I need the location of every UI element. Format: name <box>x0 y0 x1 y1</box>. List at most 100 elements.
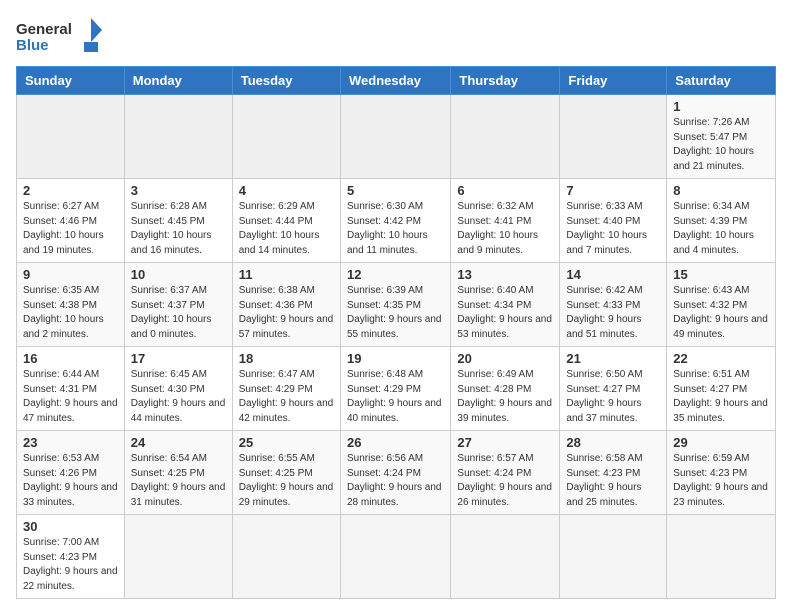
calendar-week-row: 23 Sunrise: 6:53 AM Sunset: 4:26 PM Dayli… <box>17 431 776 515</box>
day-info: Sunrise: 6:32 AM Sunset: 4:41 PM Dayligh… <box>457 200 553 258</box>
day-info: Sunrise: 6:37 AM Sunset: 4:37 PM Dayligh… <box>131 284 226 342</box>
day-info: Sunrise: 6:49 AM Sunset: 4:28 PM Dayligh… <box>457 368 553 426</box>
day-number: 9 <box>23 267 118 282</box>
day-number: 29 <box>673 435 769 450</box>
calendar-header-tuesday: Tuesday <box>232 67 340 95</box>
day-number: 3 <box>131 183 226 198</box>
day-number: 8 <box>673 183 769 198</box>
day-number: 13 <box>457 267 553 282</box>
day-info: Sunrise: 6:28 AM Sunset: 4:45 PM Dayligh… <box>131 200 226 258</box>
day-info: Sunrise: 6:45 AM Sunset: 4:30 PM Dayligh… <box>131 368 226 426</box>
calendar-day-cell <box>232 515 340 599</box>
day-info: Sunrise: 6:38 AM Sunset: 4:36 PM Dayligh… <box>239 284 334 342</box>
calendar-day-cell: 6 Sunrise: 6:32 AM Sunset: 4:41 PM Daylig… <box>451 179 560 263</box>
calendar-day-cell: 19 Sunrise: 6:48 AM Sunset: 4:29 PM Dayli… <box>340 347 450 431</box>
day-number: 21 <box>566 351 660 366</box>
day-number: 26 <box>347 435 444 450</box>
day-number: 10 <box>131 267 226 282</box>
calendar-day-cell: 17 Sunrise: 6:45 AM Sunset: 4:30 PM Dayli… <box>124 347 232 431</box>
day-info: Sunrise: 6:57 AM Sunset: 4:24 PM Dayligh… <box>457 452 553 510</box>
day-number: 6 <box>457 183 553 198</box>
day-info: Sunrise: 6:58 AM Sunset: 4:23 PM Dayligh… <box>566 452 660 510</box>
calendar-day-cell: 4Sunrise: 6:29 AM Sunset: 4:44 PM Daylig… <box>232 179 340 263</box>
day-info: Sunrise: 6:59 AM Sunset: 4:23 PM Dayligh… <box>673 452 769 510</box>
day-number: 28 <box>566 435 660 450</box>
day-number: 24 <box>131 435 226 450</box>
day-info: Sunrise: 7:00 AM Sunset: 4:23 PM Dayligh… <box>23 536 118 594</box>
calendar-week-row: 9Sunrise: 6:35 AM Sunset: 4:38 PM Daylig… <box>17 263 776 347</box>
page-header: General Blue <box>16 16 776 54</box>
calendar-header-saturday: Saturday <box>667 67 776 95</box>
calendar-day-cell <box>451 95 560 179</box>
calendar-day-cell: 18Sunrise: 6:47 AM Sunset: 4:29 PM Dayli… <box>232 347 340 431</box>
calendar-week-row: 16 Sunrise: 6:44 AM Sunset: 4:31 PM Dayli… <box>17 347 776 431</box>
day-info: Sunrise: 6:34 AM Sunset: 4:39 PM Dayligh… <box>673 200 769 258</box>
calendar-day-cell <box>17 95 125 179</box>
calendar-day-cell: 9Sunrise: 6:35 AM Sunset: 4:38 PM Daylig… <box>17 263 125 347</box>
day-number: 23 <box>23 435 118 450</box>
calendar-day-cell <box>340 95 450 179</box>
day-info: Sunrise: 6:27 AM Sunset: 4:46 PM Dayligh… <box>23 200 118 258</box>
day-number: 1 <box>673 99 769 114</box>
day-number: 5 <box>347 183 444 198</box>
calendar-day-cell: 22 Sunrise: 6:51 AM Sunset: 4:27 PM Dayli… <box>667 347 776 431</box>
day-number: 27 <box>457 435 553 450</box>
day-number: 7 <box>566 183 660 198</box>
calendar-day-cell: 3 Sunrise: 6:28 AM Sunset: 4:45 PM Daylig… <box>124 179 232 263</box>
logo-svg: General Blue <box>16 16 106 54</box>
svg-text:Blue: Blue <box>16 37 49 54</box>
calendar-header-sunday: Sunday <box>17 67 125 95</box>
day-info: Sunrise: 6:40 AM Sunset: 4:34 PM Dayligh… <box>457 284 553 342</box>
day-number: 17 <box>131 351 226 366</box>
calendar-day-cell: 13 Sunrise: 6:40 AM Sunset: 4:34 PM Dayli… <box>451 263 560 347</box>
calendar-day-cell <box>124 95 232 179</box>
calendar-day-cell: 23 Sunrise: 6:53 AM Sunset: 4:26 PM Dayli… <box>17 431 125 515</box>
calendar-day-cell: 27 Sunrise: 6:57 AM Sunset: 4:24 PM Dayli… <box>451 431 560 515</box>
calendar-day-cell: 21Sunrise: 6:50 AM Sunset: 4:27 PM Dayli… <box>560 347 667 431</box>
day-number: 15 <box>673 267 769 282</box>
calendar-day-cell: 14Sunrise: 6:42 AM Sunset: 4:33 PM Dayli… <box>560 263 667 347</box>
calendar-day-cell <box>560 95 667 179</box>
day-number: 2 <box>23 183 118 198</box>
day-number: 12 <box>347 267 444 282</box>
logo: General Blue <box>16 16 106 54</box>
day-number: 19 <box>347 351 444 366</box>
day-info: Sunrise: 7:26 AM Sunset: 5:47 PM Dayligh… <box>673 116 769 174</box>
calendar-day-cell: 1 Sunrise: 7:26 AM Sunset: 5:47 PM Daylig… <box>667 95 776 179</box>
day-info: Sunrise: 6:33 AM Sunset: 4:40 PM Dayligh… <box>566 200 660 258</box>
day-info: Sunrise: 6:53 AM Sunset: 4:26 PM Dayligh… <box>23 452 118 510</box>
calendar-week-row: 2 Sunrise: 6:27 AM Sunset: 4:46 PM Daylig… <box>17 179 776 263</box>
calendar-day-cell: 26Sunrise: 6:56 AM Sunset: 4:24 PM Dayli… <box>340 431 450 515</box>
calendar-day-cell <box>560 515 667 599</box>
calendar-day-cell: 24Sunrise: 6:54 AM Sunset: 4:25 PM Dayli… <box>124 431 232 515</box>
calendar-day-cell: 5 Sunrise: 6:30 AM Sunset: 4:42 PM Daylig… <box>340 179 450 263</box>
day-info: Sunrise: 6:44 AM Sunset: 4:31 PM Dayligh… <box>23 368 118 426</box>
calendar-table: SundayMondayTuesdayWednesdayThursdayFrid… <box>16 66 776 599</box>
calendar-day-cell: 12 Sunrise: 6:39 AM Sunset: 4:35 PM Dayli… <box>340 263 450 347</box>
calendar-day-cell: 16 Sunrise: 6:44 AM Sunset: 4:31 PM Dayli… <box>17 347 125 431</box>
calendar-day-cell: 15Sunrise: 6:43 AM Sunset: 4:32 PM Dayli… <box>667 263 776 347</box>
calendar-day-cell: 30Sunrise: 7:00 AM Sunset: 4:23 PM Dayli… <box>17 515 125 599</box>
calendar-header-wednesday: Wednesday <box>340 67 450 95</box>
day-info: Sunrise: 6:39 AM Sunset: 4:35 PM Dayligh… <box>347 284 444 342</box>
calendar-day-cell: 2 Sunrise: 6:27 AM Sunset: 4:46 PM Daylig… <box>17 179 125 263</box>
svg-text:General: General <box>16 21 72 38</box>
day-info: Sunrise: 6:51 AM Sunset: 4:27 PM Dayligh… <box>673 368 769 426</box>
calendar-week-row: 30Sunrise: 7:00 AM Sunset: 4:23 PM Dayli… <box>17 515 776 599</box>
calendar-header-monday: Monday <box>124 67 232 95</box>
calendar-week-row: 1 Sunrise: 7:26 AM Sunset: 5:47 PM Daylig… <box>17 95 776 179</box>
day-info: Sunrise: 6:30 AM Sunset: 4:42 PM Dayligh… <box>347 200 444 258</box>
calendar-day-cell <box>667 515 776 599</box>
day-info: Sunrise: 6:48 AM Sunset: 4:29 PM Dayligh… <box>347 368 444 426</box>
day-info: Sunrise: 6:29 AM Sunset: 4:44 PM Dayligh… <box>239 200 334 258</box>
day-number: 22 <box>673 351 769 366</box>
calendar-day-cell: 28 Sunrise: 6:58 AM Sunset: 4:23 PM Dayli… <box>560 431 667 515</box>
day-number: 25 <box>239 435 334 450</box>
day-number: 11 <box>239 267 334 282</box>
day-number: 16 <box>23 351 118 366</box>
calendar-day-cell: 8 Sunrise: 6:34 AM Sunset: 4:39 PM Daylig… <box>667 179 776 263</box>
calendar-day-cell: 20Sunrise: 6:49 AM Sunset: 4:28 PM Dayli… <box>451 347 560 431</box>
calendar-day-cell <box>451 515 560 599</box>
calendar-day-cell <box>232 95 340 179</box>
calendar-day-cell: 29 Sunrise: 6:59 AM Sunset: 4:23 PM Dayli… <box>667 431 776 515</box>
